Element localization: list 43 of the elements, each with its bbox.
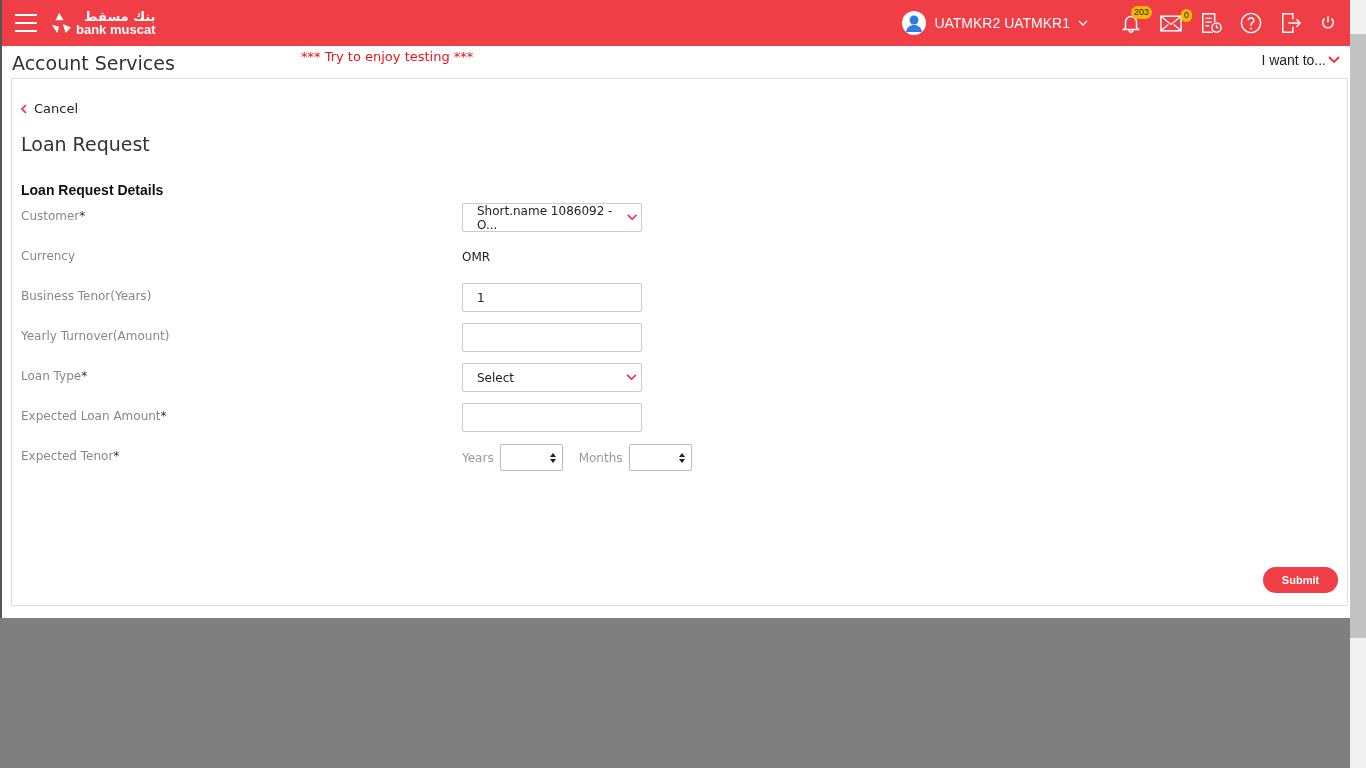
logout-icon[interactable]: [1280, 12, 1302, 34]
field-label: Months: [578, 450, 623, 465]
i-want-to-dropdown[interactable]: I want to...: [1261, 52, 1340, 68]
notification-count-badge: 203: [1130, 6, 1152, 19]
logo-mark-icon: [50, 12, 72, 34]
field-value: OMR: [462, 249, 491, 264]
avatar-icon: [902, 11, 927, 35]
document-clock-icon[interactable]: [1200, 12, 1222, 34]
user-menu-button[interactable]: UATMKR2 UATMKR1: [934, 15, 1088, 31]
field-label: Years: [462, 450, 494, 465]
field-label: Loan Type*: [21, 368, 89, 383]
logo-text: bank muscat: [76, 23, 156, 36]
select-dropdown[interactable]: Select: [462, 363, 642, 392]
chevron-down-icon: [1078, 20, 1088, 26]
field-label: Currency: [21, 248, 77, 263]
up-down-arrows-icon: [549, 452, 556, 463]
scrollbar[interactable]: [1350, 0, 1366, 768]
chevron-left-icon: [21, 103, 27, 114]
section-heading: Loan Request Details: [21, 182, 165, 198]
field-label: Yearly Turnover(Amount): [21, 328, 171, 343]
field-label: Expected Tenor*: [21, 448, 121, 463]
input-field[interactable]: [462, 323, 642, 352]
chevron-down-icon: [626, 374, 637, 381]
submit-button[interactable]: Submit: [1263, 567, 1338, 593]
envelope-icon[interactable]: [1160, 14, 1182, 32]
help-icon[interactable]: [1240, 12, 1262, 34]
chevron-down-icon: [626, 214, 637, 221]
logo-arabic-text: بنك مسقط: [83, 10, 156, 23]
input-field[interactable]: 1: [462, 283, 642, 312]
input-field[interactable]: [462, 403, 642, 432]
form-title: Loan Request: [21, 133, 151, 155]
power-icon[interactable]: [1320, 15, 1336, 31]
notice-text: *** Try to enjoy testing ***: [301, 49, 474, 64]
up-down-arrows-icon: [678, 452, 685, 463]
cancel-link[interactable]: Cancel: [21, 101, 79, 116]
chevron-down-icon: [1328, 56, 1340, 64]
field-label: Customer*: [21, 208, 87, 223]
select-dropdown[interactable]: Short.name 1086092 - O...: [462, 203, 642, 232]
field-label: Business Tenor(Years): [21, 288, 153, 303]
message-count-badge: 0: [1181, 8, 1192, 22]
page-title: Account Services: [12, 52, 176, 74]
field-label: Expected Loan Amount*: [21, 408, 168, 423]
menu-icon[interactable]: [14, 13, 38, 33]
